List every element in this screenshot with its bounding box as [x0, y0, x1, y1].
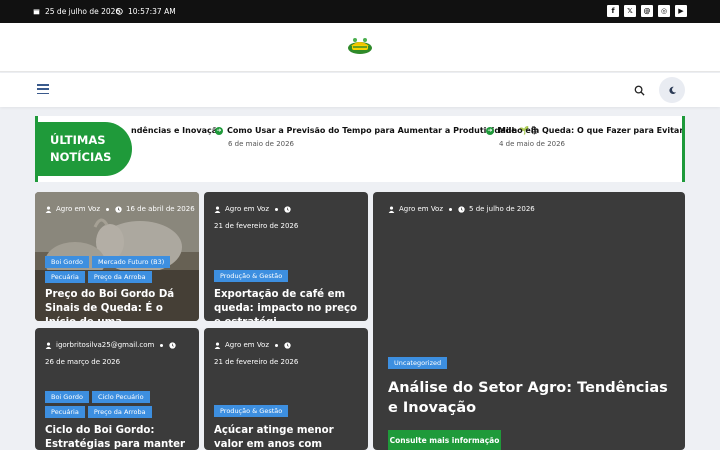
- tag-link[interactable]: Mercado Futuro (B3): [91, 256, 171, 268]
- main-navbar: [0, 73, 720, 107]
- post-author[interactable]: Agro em Voz: [56, 203, 100, 216]
- user-icon: [214, 206, 221, 213]
- post-tags: Boi Gordo Ciclo Pecuário Pecuária Preço …: [45, 391, 185, 418]
- arrow-right-icon: ➜: [215, 126, 223, 135]
- post-date: 21 de fevereiro de 2026: [214, 358, 299, 366]
- post-date: 16 de abril de 2026: [126, 205, 195, 213]
- post-tags: Produção & Gestão: [214, 405, 289, 417]
- time-text: 10:57:37 AM: [128, 7, 176, 16]
- tag-link[interactable]: Pecuária: [45, 271, 85, 283]
- tag-link[interactable]: Produção & Gestão: [214, 405, 289, 417]
- post-author[interactable]: Agro em Voz: [399, 203, 443, 216]
- date-text: 25 de julho de 2026: [45, 7, 121, 16]
- menu-icon[interactable]: [37, 84, 49, 95]
- post-card[interactable]: Agro em Voz 21 de fevereiro de 2026 Prod…: [204, 192, 368, 321]
- clock-icon: [116, 8, 123, 15]
- post-card[interactable]: igorbritosilva25@gmail.com 26 de março d…: [35, 328, 199, 450]
- post-tags: Boi Gordo Mercado Futuro (B3) Pecuária P…: [45, 256, 185, 283]
- featured-post-card[interactable]: Agro em Voz 5 de julho de 2026 Uncategor…: [373, 192, 685, 450]
- latest-news-ticker: ÚLTIMAS NOTÍCIAS ndências e Inovação ➜ Co…: [35, 116, 685, 182]
- latest-news-badge: ÚLTIMAS NOTÍCIAS: [35, 116, 132, 182]
- social-links: f 𝕏 @ ◎ ▶: [607, 5, 687, 17]
- post-date: 5 de julho de 2026: [469, 205, 535, 213]
- post-date: 26 de março de 2026: [45, 358, 121, 366]
- tag-link[interactable]: Boi Gordo: [45, 391, 89, 403]
- badge-line-2: NOTÍCIAS: [50, 150, 112, 164]
- post-author[interactable]: Agro em Voz: [225, 339, 269, 352]
- post-title[interactable]: Preço do Boi Gordo Dá Sinais de Queda: É…: [45, 288, 191, 321]
- threads-icon[interactable]: @: [641, 5, 653, 17]
- post-author[interactable]: Agro em Voz: [225, 203, 269, 216]
- ticker-item-title[interactable]: ndências e Inovação: [131, 126, 223, 135]
- header-logo-band: [0, 23, 720, 72]
- instagram-icon[interactable]: ◎: [658, 5, 670, 17]
- facebook-icon[interactable]: f: [607, 5, 619, 17]
- post-author[interactable]: igorbritosilva25@gmail.com: [56, 339, 154, 352]
- user-icon: [214, 342, 221, 349]
- youtube-icon[interactable]: ▶: [675, 5, 687, 17]
- tag-link[interactable]: Pecuária: [45, 406, 85, 418]
- read-more-button[interactable]: Consulte mais informação: [388, 430, 501, 450]
- clock-icon: [169, 342, 176, 349]
- post-title[interactable]: Exportação de café em queda: impacto no …: [214, 288, 360, 321]
- moon-icon: [668, 86, 676, 94]
- current-time: 10:57:37 AM: [116, 7, 176, 16]
- clock-icon: [115, 206, 122, 213]
- clock-icon: [284, 206, 291, 213]
- post-tags: Produção & Gestão: [214, 270, 289, 282]
- ticker-item-title[interactable]: Milho em Queda: O que Fazer para Evitar …: [498, 126, 682, 135]
- featured-post-title[interactable]: Análise do Setor Agro: Tendências e Inov…: [388, 378, 678, 418]
- ticker-item-date: 4 de maio de 2026: [499, 140, 566, 148]
- clock-icon: [458, 206, 465, 213]
- badge-line-1: ÚLTIMAS: [50, 133, 106, 147]
- tag-link[interactable]: Ciclo Pecuário: [91, 391, 150, 403]
- ticker-track: ndências e Inovação ➜ Como Usar a Previsã…: [35, 116, 682, 182]
- tag-link[interactable]: Uncategorized: [388, 357, 448, 369]
- tag-link[interactable]: Preço da Arroba: [87, 406, 152, 418]
- search-icon[interactable]: [634, 85, 645, 96]
- site-logo[interactable]: [347, 36, 373, 56]
- ticker-item[interactable]: ➜ Milho em Queda: O que Fazer para Evitar…: [486, 126, 682, 148]
- clock-icon: [284, 342, 291, 349]
- post-tags: Uncategorized: [388, 357, 448, 369]
- user-icon: [388, 206, 395, 213]
- dark-mode-toggle[interactable]: [659, 77, 685, 103]
- tag-link[interactable]: Boi Gordo: [45, 256, 89, 268]
- calendar-icon: [33, 9, 40, 15]
- tag-link[interactable]: Preço da Arroba: [87, 271, 152, 283]
- arrow-right-icon: ➜: [486, 126, 494, 135]
- current-date: 25 de julho de 2026: [33, 7, 120, 16]
- post-title[interactable]: Ciclo do Boi Gordo: Estratégias para man…: [45, 424, 191, 450]
- post-card[interactable]: Agro em Voz 21 de fevereiro de 2026 Prod…: [204, 328, 368, 450]
- post-card[interactable]: Agro em Voz 16 de abril de 2026 Boi Gord…: [35, 192, 199, 321]
- x-icon[interactable]: 𝕏: [624, 5, 636, 17]
- user-icon: [45, 206, 52, 213]
- post-date: 21 de fevereiro de 2026: [214, 222, 299, 230]
- tag-link[interactable]: Produção & Gestão: [214, 270, 289, 282]
- post-title[interactable]: Açúcar atinge menor valor em anos com me…: [214, 424, 360, 450]
- user-icon: [45, 342, 52, 349]
- ticker-item[interactable]: ndências e Inovação: [131, 126, 223, 135]
- top-bar: 25 de julho de 2026 10:57:37 AM f 𝕏 @ ◎ …: [0, 0, 720, 23]
